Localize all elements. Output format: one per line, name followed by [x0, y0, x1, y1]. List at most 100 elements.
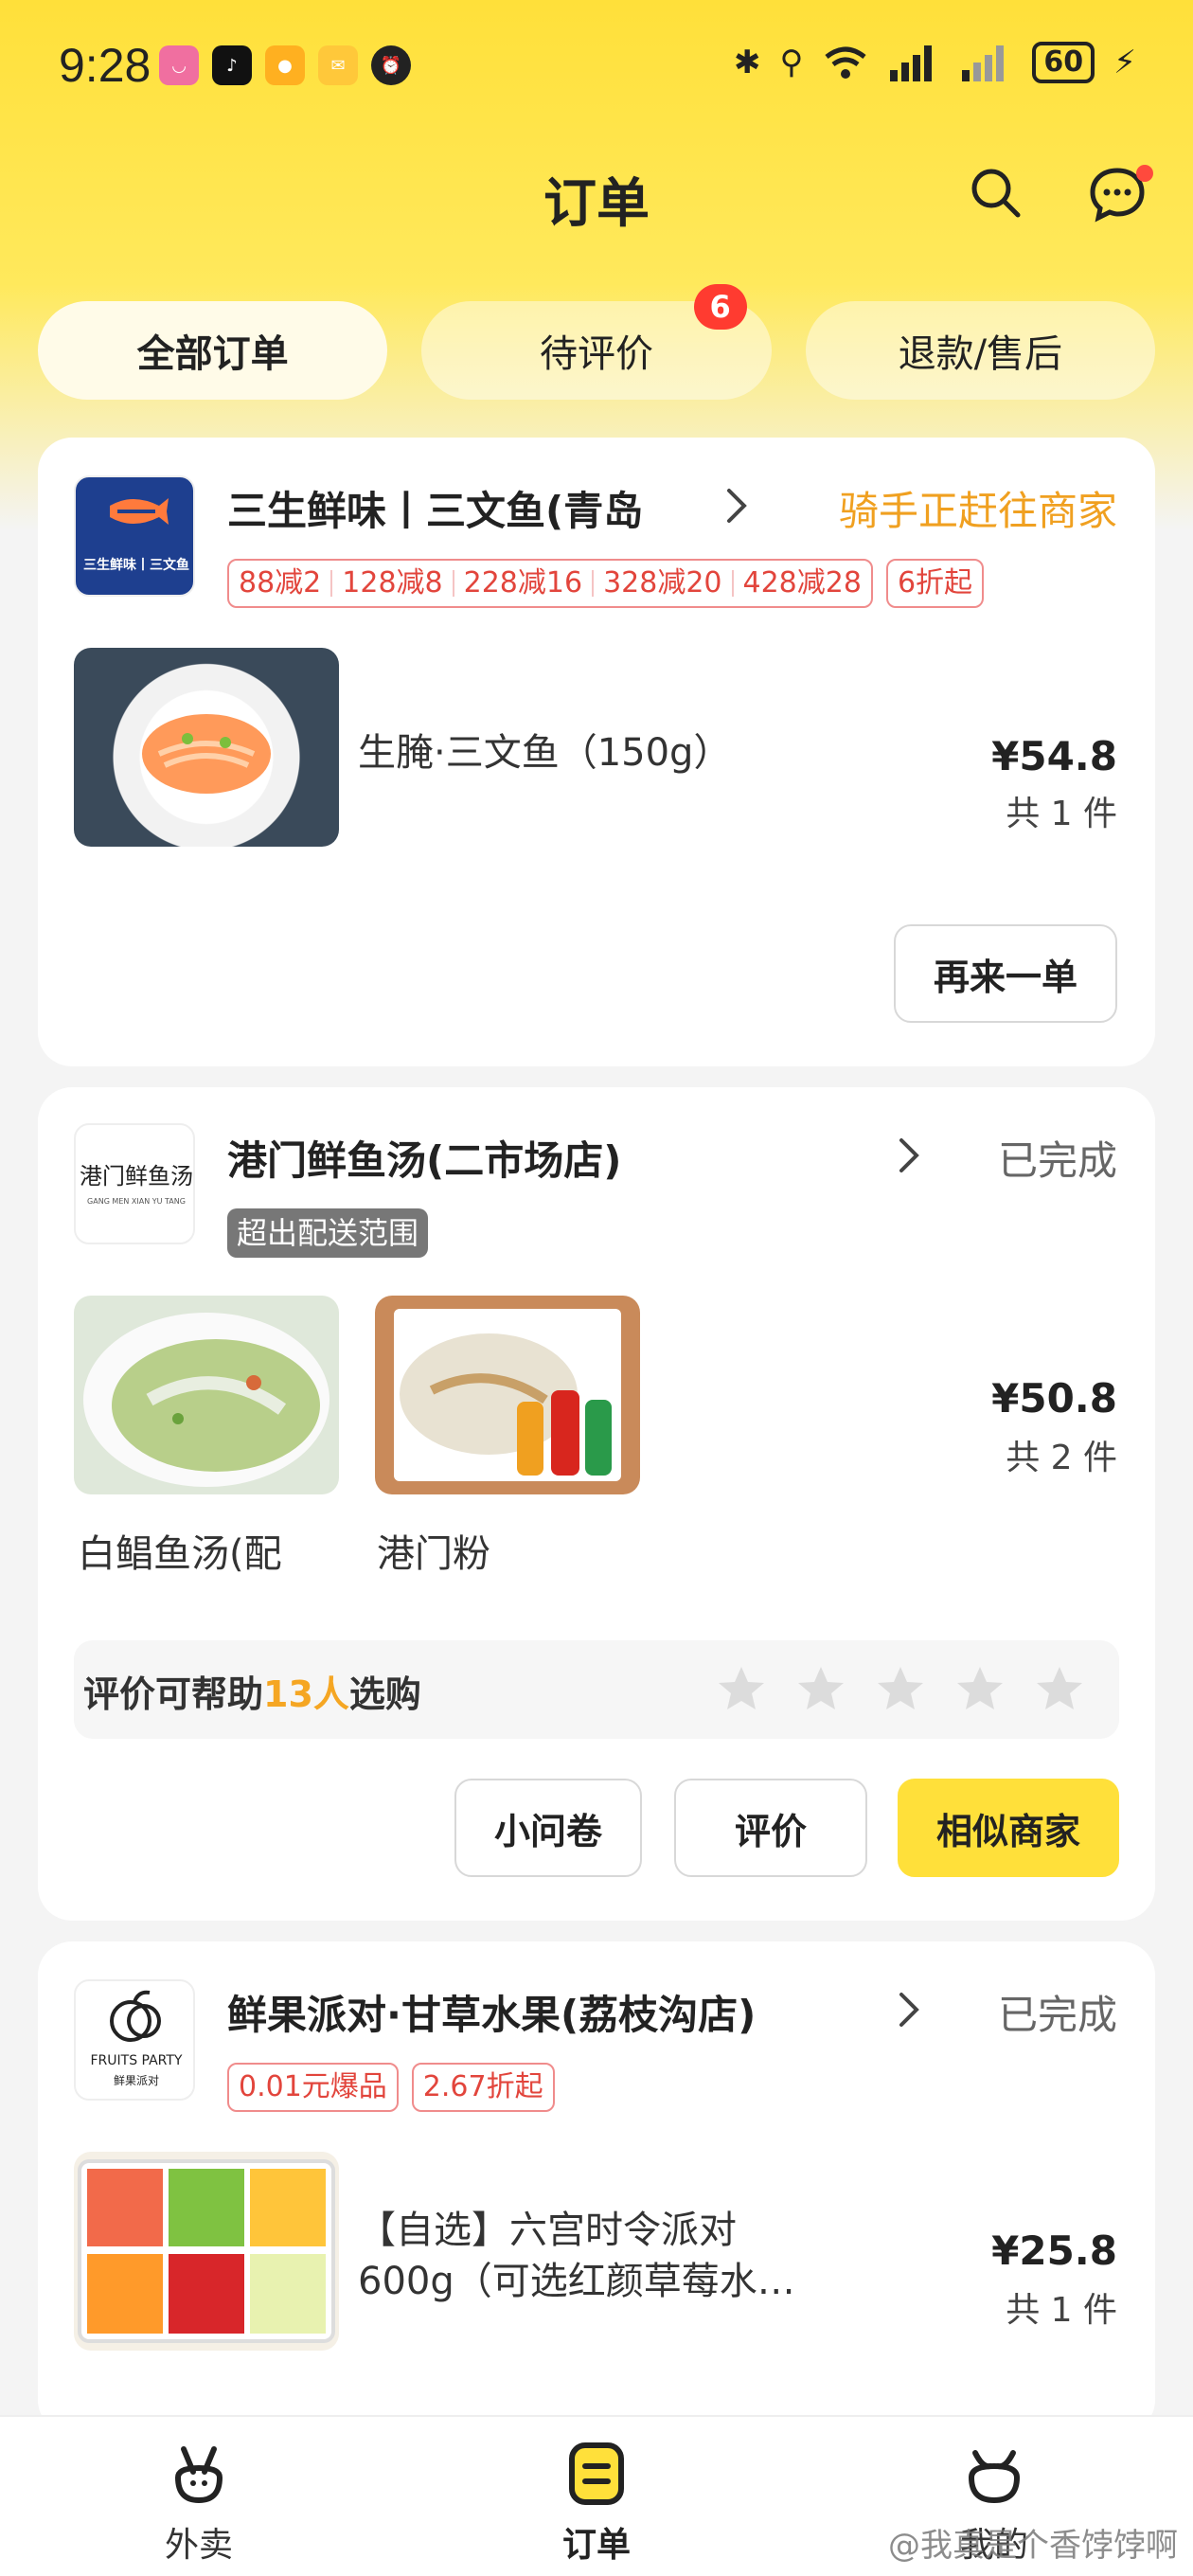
star-icon[interactable]	[1034, 1663, 1085, 1714]
order-card[interactable]: 港门鲜鱼汤 GANG MEN XIAN YU TANG 港门鲜鱼汤(二市场店) …	[38, 1087, 1155, 1921]
bluetooth-icon: ✱	[733, 44, 761, 81]
item-count: 共 2 件	[1006, 1439, 1117, 1477]
item-name-line1: 【自选】六宫时令派对	[358, 2209, 737, 2252]
promo-tag: 88减2	[229, 569, 333, 598]
charging-icon: ⚡	[1113, 44, 1136, 81]
survey-button[interactable]: 小问卷	[454, 1779, 642, 1877]
review-button[interactable]: 评价	[674, 1779, 867, 1877]
chevron-right-icon[interactable]	[890, 1987, 928, 2032]
order-status: 已完成	[997, 1137, 1117, 1184]
mail-icon: ✉	[318, 45, 358, 85]
order-price: ¥25.8	[991, 2227, 1117, 2274]
fruit-logo-icon	[110, 1990, 161, 2042]
fish-logo-icon	[110, 498, 169, 525]
shop-name[interactable]: 港门鲜鱼汤(二市场店)	[227, 1129, 621, 1187]
order-icon	[569, 2442, 624, 2505]
logo-text: FRUITS PARTY	[90, 2053, 183, 2068]
system-indicators: ✱ ⚲ 60 ⚡	[734, 42, 1136, 83]
logo-text: 港门鲜鱼汤	[80, 1163, 193, 1190]
shop-logo: 港门鲜鱼汤 GANG MEN XIAN YU TANG	[74, 1123, 195, 1244]
promo-tag: 2.67折起	[411, 2063, 555, 2112]
tiktok-icon: ♪	[212, 45, 252, 85]
chevron-right-icon[interactable]	[718, 483, 756, 528]
nav-orders[interactable]: 订单	[398, 2417, 795, 2576]
food-image[interactable]	[375, 1296, 640, 1494]
item-count: 共 1 件	[1006, 795, 1117, 833]
promo-tags: 88减2 128减8 228减16 328减20 428减28 6折起	[227, 559, 985, 608]
tab-label: 全部订单	[136, 332, 289, 376]
similar-shops-button[interactable]: 相似商家	[898, 1779, 1119, 1877]
rating-suffix: 选购	[348, 1673, 421, 1715]
rating-prompt-text: 评价可帮助13人选购	[83, 1665, 421, 1717]
food-image[interactable]	[74, 648, 339, 847]
item-name: 生腌·三文鱼（150g）	[358, 731, 732, 775]
app-notification-icon: ◡	[159, 45, 199, 85]
shop-logo: 三生鲜味丨三文鱼	[74, 475, 195, 597]
order-price: ¥50.8	[991, 1375, 1117, 1422]
rabbit-icon	[174, 2446, 223, 2504]
rating-prefix: 评价可帮助	[83, 1673, 264, 1715]
notification-icons: ◡ ♪ ● ✉ ⏰	[159, 45, 411, 85]
watermark: @我真是个香饽饽啊	[888, 2527, 1178, 2565]
salmon-dish-image	[142, 714, 271, 794]
logo-subtext: GANG MEN XIAN YU TANG	[87, 1197, 186, 1206]
logo-text: 三生鲜味丨三文鱼	[83, 558, 189, 573]
food-image[interactable]	[74, 2152, 339, 2351]
star-icon[interactable]	[875, 1663, 926, 1714]
out-of-range-tag: 超出配送范围	[227, 1208, 429, 1258]
discount-tag-group: 88减2 128减8 228减16 328减20 428减28	[227, 559, 873, 608]
item-count: 共 1 件	[1006, 2291, 1117, 2330]
star-icon[interactable]	[716, 1663, 767, 1714]
promo-tag: 0.01元爆品	[227, 2063, 399, 2112]
battery-indicator: 60	[1032, 42, 1095, 83]
food-image[interactable]	[74, 1296, 339, 1494]
app-notification-icon: ●	[265, 45, 305, 85]
tab-refund[interactable]: 退款/售后	[805, 301, 1155, 400]
tab-label: 待评价	[539, 332, 653, 376]
order-card[interactable]: FRUITS PARTY 鲜果派对 鲜果派对·甘草水果(荔枝沟店) 已完成 0.…	[38, 1941, 1155, 2434]
item-name: 港门粉	[377, 1532, 490, 1576]
promo-tag: 6折起	[885, 559, 985, 608]
star-icon[interactable]	[954, 1663, 1006, 1714]
order-tabs: 全部订单 待评价 6 退款/售后	[38, 284, 1155, 400]
unread-dot	[1136, 165, 1153, 182]
shop-name[interactable]: 鲜果派对·甘草水果(荔枝沟店)	[227, 1983, 756, 2041]
search-icon[interactable]	[966, 163, 1026, 224]
chevron-right-icon[interactable]	[890, 1133, 928, 1178]
status-time: 9:28	[59, 39, 151, 92]
shop-logo: FRUITS PARTY 鲜果派对	[74, 1979, 195, 2101]
fruit-box-image	[78, 2159, 335, 2343]
location-icon: ⚲	[779, 44, 804, 81]
shop-name[interactable]: 三生鲜味丨三文鱼(青岛	[227, 479, 643, 537]
promo-tag: 228减16	[454, 569, 595, 598]
profile-icon	[968, 2450, 1021, 2504]
order-card[interactable]: 三生鲜味丨三文鱼 三生鲜味丨三文鱼(青岛 骑手正赶往商家 88减2 128减8 …	[38, 438, 1155, 1066]
tab-all-orders[interactable]: 全部订单	[38, 301, 388, 400]
star-icon[interactable]	[795, 1663, 846, 1714]
rating-highlight: 13人	[263, 1673, 349, 1715]
tab-label: 退款/售后	[898, 332, 1063, 376]
noodles-drinks-image	[394, 1309, 621, 1481]
status-bar: 9:28 ◡ ♪ ● ✉ ⏰ ✱ ⚲ 60 ⚡	[0, 0, 1193, 133]
tab-badge: 6	[693, 284, 747, 330]
signal-icon	[890, 45, 933, 81]
promo-tags: 0.01元爆品 2.67折起	[227, 2063, 555, 2112]
item-name: 白鲳鱼汤(配	[78, 1532, 282, 1576]
nav-takeout[interactable]: 外卖	[0, 2417, 398, 2576]
shop-tags: 超出配送范围	[227, 1208, 429, 1258]
logo-subtext: 鲜果派对	[113, 2074, 159, 2087]
nav-label: 订单	[561, 2526, 631, 2565]
item-name-line2: 600g（可选红颜草莓水…	[358, 2260, 795, 2303]
rating-prompt: 评价可帮助13人选购	[74, 1640, 1119, 1739]
tab-pending-review[interactable]: 待评价 6	[421, 284, 772, 400]
nav-label: 外卖	[164, 2526, 233, 2565]
promo-tag: 128减8	[332, 569, 454, 598]
promo-tag: 328减20	[594, 569, 734, 598]
order-status: 已完成	[997, 1992, 1117, 2038]
reorder-button[interactable]: 再来一单	[894, 924, 1117, 1023]
promo-tag: 428减28	[742, 566, 862, 599]
star-rating[interactable]	[716, 1663, 1085, 1714]
wifi-icon	[825, 46, 866, 79]
order-status: 骑手正赶往商家	[838, 488, 1117, 534]
fish-soup-image	[83, 1313, 329, 1487]
